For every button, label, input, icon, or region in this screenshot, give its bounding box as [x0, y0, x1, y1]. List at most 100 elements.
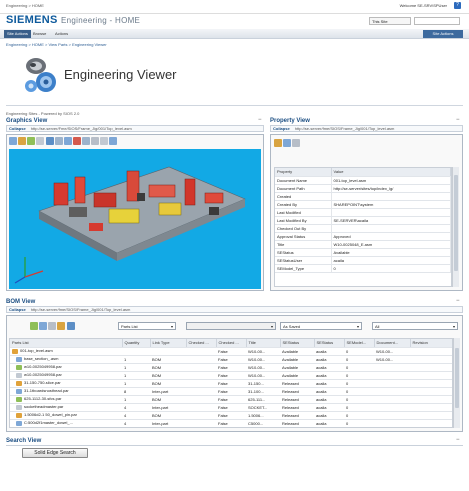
- top-breadcrumb[interactable]: Engineering > HOME: [6, 3, 44, 8]
- 3d-viewport[interactable]: [9, 149, 261, 289]
- table-row[interactable]: w10-0025049958.par 1 BOM False W10-00... Avai…: [10, 363, 452, 372]
- table-row[interactable]: 001-top_level.asm False W10-00... Available…: [10, 347, 452, 356]
- expand-icon[interactable]: [30, 322, 38, 330]
- table-row[interactable]: 31-150-750-slice.par 1 BOM False 31-150... Re…: [10, 379, 452, 388]
- table-row[interactable]: 625-1112-30-sfcs.par 1 BOM False 625-111... R…: [10, 395, 452, 404]
- graphics-url-field[interactable]: http://se-server/Fme/SIOS/Frame_Jig/001/…: [31, 126, 132, 131]
- bom-column-header[interactable]: SEStatus: [280, 339, 315, 348]
- property-row[interactable]: SEModel_Type 0: [275, 264, 451, 273]
- bom-column-header[interactable]: SEModel...: [344, 339, 375, 348]
- refresh-icon[interactable]: [283, 139, 292, 147]
- property-collapse-link[interactable]: Collapse: [273, 126, 290, 131]
- bom-filter-icon[interactable]: [57, 322, 66, 330]
- measure-icon[interactable]: [91, 137, 100, 145]
- welcome-menu[interactable]: Welcome SE-SRV\SPUser: [400, 3, 447, 8]
- search-input[interactable]: [414, 17, 460, 25]
- bom-refresh-icon[interactable]: [39, 322, 48, 330]
- property-row[interactable]: Checked Out By: [275, 224, 451, 233]
- property-collapse-bar: Collapse http://se-server/fme/SIOS/Frame…: [270, 125, 463, 132]
- table-row[interactable]: 31-1tboardsnosthead.par 8 Inter-part False 3…: [10, 387, 452, 396]
- site-actions-button[interactable]: Site Actions: [423, 30, 463, 38]
- section-icon[interactable]: [82, 137, 90, 145]
- property-row[interactable]: Approval Status Approved: [275, 232, 451, 241]
- view-iso-icon[interactable]: [54, 137, 63, 145]
- property-row[interactable]: Created: [275, 192, 451, 201]
- bom-column-header[interactable]: Link Type: [150, 339, 187, 348]
- property-header[interactable]: Property: [275, 168, 332, 177]
- table-row[interactable]: socketheadmaster.par 4 Inter-part False SOCK…: [10, 403, 452, 412]
- property-collapse-icon[interactable]: −: [456, 117, 460, 123]
- bom-column-header[interactable]: Revision: [410, 339, 452, 348]
- bom-export-icon[interactable]: [66, 322, 75, 330]
- print-icon[interactable]: [100, 137, 109, 145]
- property-row[interactable]: Title W10-0025048_E.asm: [275, 240, 451, 249]
- property-row[interactable]: Last Modified: [275, 208, 451, 217]
- property-row[interactable]: Document Name 001-top_level.asm: [275, 176, 451, 185]
- bom-column-header[interactable]: Title: [246, 339, 281, 348]
- property-url-field[interactable]: http://se-server/fme/SIOS/Frame_Jig/001/…: [295, 126, 395, 131]
- site-title[interactable]: Engineering - HOME: [61, 16, 140, 25]
- search-view-title: Search View: [6, 438, 42, 444]
- bom-collapse-icon[interactable]: −: [456, 298, 460, 304]
- property-value: SE-SERVER\acaila: [331, 216, 451, 225]
- tab-actions[interactable]: Actions: [52, 30, 71, 38]
- graphics-collapse-link[interactable]: Collapse: [9, 126, 26, 131]
- find-icon[interactable]: [292, 139, 301, 147]
- all-select[interactable]: All ▾: [372, 322, 458, 330]
- part-name: 31-1tboardsnosthead.par: [24, 388, 69, 394]
- solid-edge-search-button[interactable]: Solid Edge Search: [22, 448, 88, 458]
- zoom-icon[interactable]: [18, 137, 27, 145]
- property-value: 0: [331, 264, 451, 273]
- bom-column-header[interactable]: Checked ...: [216, 339, 247, 348]
- property-row[interactable]: Created By SHAREPOINT\system: [275, 200, 451, 209]
- bom-column-header[interactable]: Checked ...: [186, 339, 217, 348]
- graphics-collapse-icon[interactable]: −: [258, 117, 262, 123]
- table-row[interactable]: C:500d2f1master_dowel_... 4 Inter-part Fals…: [10, 419, 452, 427]
- property-row[interactable]: SEStatus Available: [275, 248, 451, 257]
- tab-browse[interactable]: Browse: [30, 30, 49, 38]
- search-scope-select[interactable]: This Site: [369, 17, 411, 25]
- property-row[interactable]: Document Path http://se-server/sites/top/…: [275, 184, 451, 193]
- bom-cell: [410, 347, 452, 356]
- property-scrollbar[interactable]: [452, 167, 459, 287]
- table-row[interactable]: base_section_.asm 1 BOM False W10-00... Avail…: [10, 355, 452, 364]
- tab-site-actions[interactable]: Site Actions: [4, 30, 31, 38]
- pan-icon[interactable]: [27, 137, 36, 145]
- bom-cell: BOM: [150, 379, 186, 388]
- bom-cell: False: [216, 419, 246, 427]
- bom-scrollbar[interactable]: [453, 338, 460, 428]
- bom-cell: [186, 403, 216, 412]
- bom-cell: Available: [280, 347, 314, 356]
- breadcrumb[interactable]: Engineering > HOME > View Parts > Engine…: [6, 42, 107, 47]
- camera-icon[interactable]: [109, 137, 118, 145]
- bom-cell: [186, 363, 216, 372]
- bom-column-header[interactable]: SEStatus: [314, 339, 345, 348]
- bom-column-header[interactable]: Document...: [374, 339, 411, 348]
- property-row[interactable]: SEStatusUser acaila: [275, 256, 451, 265]
- bom-collapse-link[interactable]: Collapse: [9, 307, 26, 312]
- table-row[interactable]: w10-0025049958.par 1 BOM False W10-00... Avai…: [10, 371, 452, 380]
- help-icon[interactable]: ?: [454, 2, 461, 9]
- property-row[interactable]: Last Modified By SE-SERVER\acaila: [275, 216, 451, 225]
- search-collapse-icon[interactable]: −: [456, 437, 460, 443]
- property-toolbar: [274, 139, 314, 149]
- table-row[interactable]: 1.5006d2-1 50_dowel_pin.par 4 BOM False 1.50…: [10, 411, 452, 420]
- view-front-icon[interactable]: [63, 137, 72, 145]
- as-saved-select[interactable]: As Saved ▾: [280, 322, 362, 330]
- bom-find-icon[interactable]: [48, 322, 57, 330]
- bom-column-header[interactable]: Quantity: [122, 339, 151, 348]
- bom-column-header[interactable]: Parts List: [10, 339, 123, 348]
- bom-cell: 1: [122, 363, 150, 372]
- edit-properties-icon[interactable]: [274, 139, 282, 147]
- select-tool-icon[interactable]: [9, 137, 17, 145]
- filter-input[interactable]: ▾: [186, 322, 276, 330]
- bom-cell: [410, 411, 452, 420]
- part-file-icon: [16, 356, 22, 362]
- parts-list-select[interactable]: Parts List ▾: [118, 322, 176, 330]
- rotate-icon[interactable]: [36, 137, 45, 145]
- shading-icon[interactable]: [72, 137, 81, 145]
- value-header[interactable]: Value: [331, 168, 451, 177]
- fit-icon[interactable]: [45, 137, 54, 145]
- part-name: C:500d2f1master_dowel_...: [24, 420, 73, 426]
- bom-url-field[interactable]: http://se-server/fme/SIOS/Frame_Jig/001/…: [31, 307, 131, 312]
